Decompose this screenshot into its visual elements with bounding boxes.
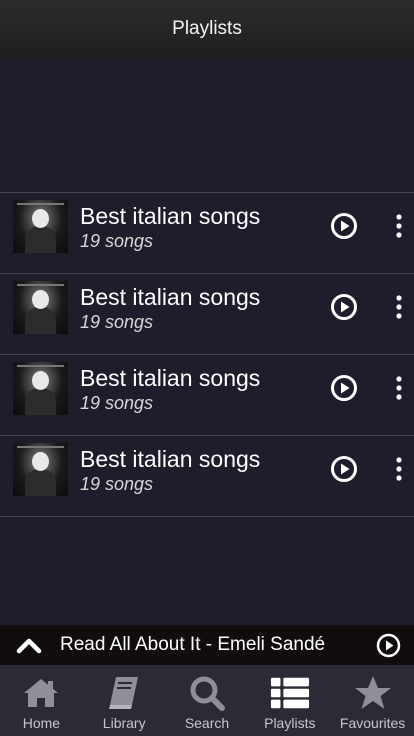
bottom-tab-bar: Home Library Search Playlists Favourites bbox=[0, 665, 414, 736]
book-icon bbox=[104, 673, 144, 713]
playlist-title: Best italian songs bbox=[80, 365, 261, 391]
now-playing-bar[interactable]: Read All About It - Emeli Sandé bbox=[0, 625, 414, 665]
tab-search[interactable]: Search bbox=[166, 665, 249, 736]
tab-playlists[interactable]: Playlists bbox=[248, 665, 331, 736]
play-circle-icon bbox=[331, 375, 357, 401]
play-playlist-button[interactable] bbox=[330, 374, 358, 402]
tab-label: Library bbox=[102, 715, 146, 731]
playlist-song-count: 19 songs bbox=[80, 312, 154, 332]
play-circle-icon bbox=[331, 294, 357, 320]
tab-label: Favourites bbox=[339, 715, 406, 731]
tab-library[interactable]: Library bbox=[83, 665, 166, 736]
tab-label: Search bbox=[184, 715, 230, 731]
more-vertical-icon bbox=[396, 214, 402, 238]
page-title: Playlists bbox=[172, 18, 242, 39]
tab-home[interactable]: Home bbox=[0, 665, 83, 736]
playlist-title: Best italian songs bbox=[80, 446, 261, 472]
star-icon bbox=[353, 673, 393, 713]
play-playlist-button[interactable] bbox=[330, 455, 358, 483]
tab-label: Playlists bbox=[264, 715, 316, 731]
more-options-button[interactable] bbox=[387, 374, 411, 402]
play-circle-icon[interactable] bbox=[376, 633, 401, 658]
playlist-song-count: 19 songs bbox=[80, 474, 154, 494]
more-vertical-icon bbox=[396, 457, 402, 481]
playlist-song-count: 19 songs bbox=[80, 231, 154, 251]
more-vertical-icon bbox=[396, 295, 402, 319]
search-icon bbox=[187, 673, 227, 713]
play-playlist-button[interactable] bbox=[330, 212, 358, 240]
playlist-row[interactable]: Best italian songs 19 songs bbox=[0, 274, 414, 355]
playlist-row[interactable]: Best italian songs 19 songs bbox=[0, 436, 414, 517]
tab-favourites[interactable]: Favourites bbox=[331, 665, 414, 736]
play-circle-icon bbox=[331, 456, 357, 482]
playlist-list: Best italian songs 19 songs Best italian… bbox=[0, 192, 414, 517]
expand-up-icon[interactable] bbox=[16, 635, 42, 655]
playlist-cover-image bbox=[13, 443, 68, 496]
more-options-button[interactable] bbox=[387, 293, 411, 321]
play-playlist-button[interactable] bbox=[330, 293, 358, 321]
playlist-song-count: 19 songs bbox=[80, 393, 154, 413]
playlist-title: Best italian songs bbox=[80, 203, 261, 229]
play-circle-icon bbox=[331, 213, 357, 239]
playlist-cover-image bbox=[13, 362, 68, 415]
playlist-cover-image bbox=[13, 281, 68, 334]
list-icon bbox=[270, 673, 310, 713]
playlist-cover-image bbox=[13, 200, 68, 253]
playlist-row[interactable]: Best italian songs 19 songs bbox=[0, 355, 414, 436]
now-playing-title: Read All About It - Emeli Sandé bbox=[60, 634, 326, 655]
tab-label: Home bbox=[22, 715, 61, 731]
playlist-content: Best italian songs 19 songs Best italian… bbox=[0, 58, 414, 625]
playlist-title: Best italian songs bbox=[80, 284, 261, 310]
more-options-button[interactable] bbox=[387, 455, 411, 483]
more-vertical-icon bbox=[396, 376, 402, 400]
more-options-button[interactable] bbox=[387, 212, 411, 240]
playlist-row[interactable]: Best italian songs 19 songs bbox=[0, 193, 414, 274]
app-header: Playlists bbox=[0, 0, 414, 58]
home-icon bbox=[21, 673, 61, 713]
